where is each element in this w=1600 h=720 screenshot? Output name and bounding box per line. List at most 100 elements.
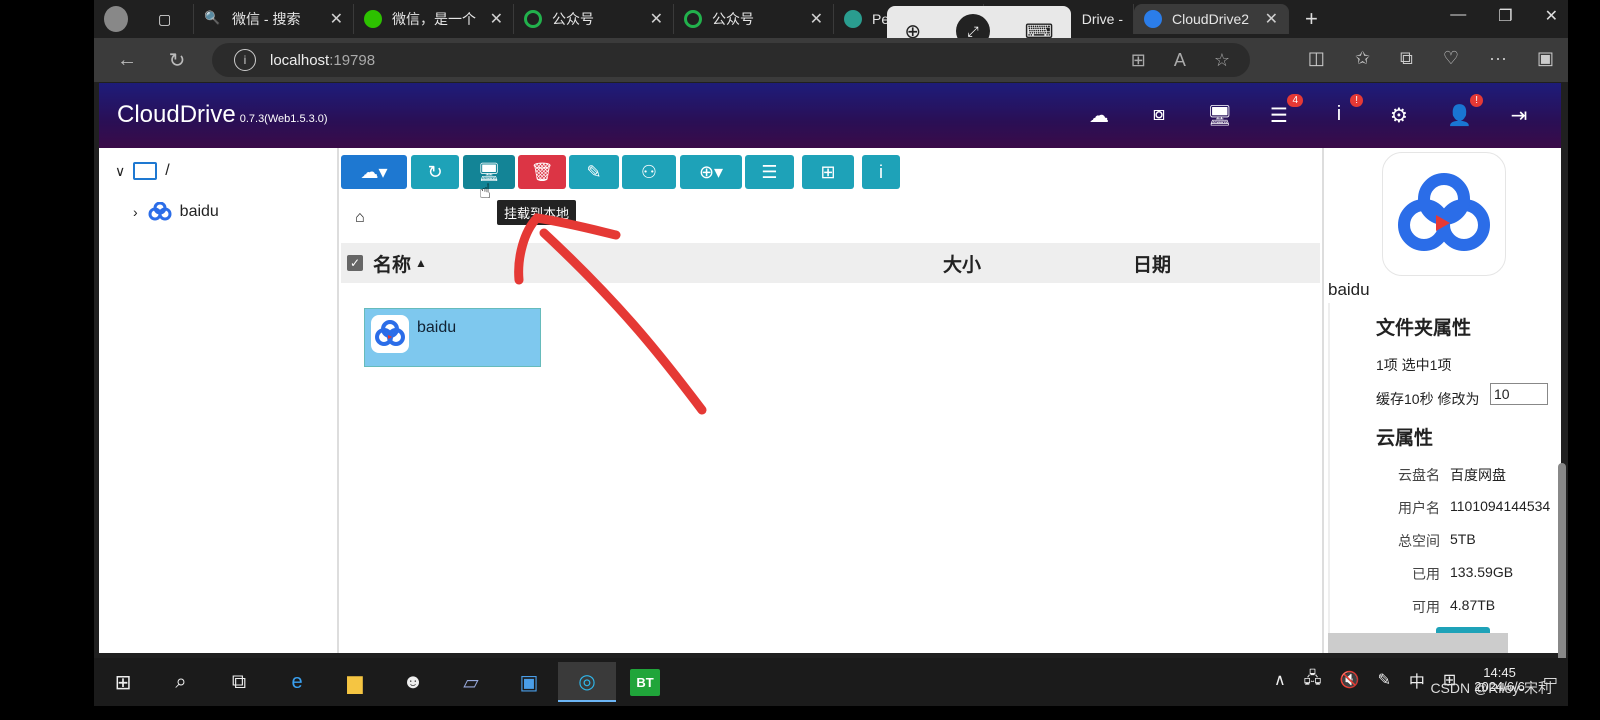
close-icon[interactable]: ✕ (810, 9, 823, 29)
ie-icon[interactable]: e (268, 662, 326, 702)
pen-icon[interactable]: ✎ (1377, 670, 1390, 690)
cloud-add-dropdown-button[interactable]: ☁▾ (341, 155, 407, 189)
column-date[interactable]: 日期 (1133, 250, 1171, 277)
search-plus-icon: ⊕▾ (698, 161, 724, 182)
add-user-icon[interactable]: 👤! (1447, 94, 1483, 128)
cache-seconds-input[interactable] (1490, 383, 1548, 405)
close-icon[interactable]: ✕ (650, 9, 663, 29)
tab-wechat-search[interactable]: 🔍 微信 - 搜索 ✕ (194, 4, 354, 34)
app-brand: CloudDrive 0.7.3(Web1.5.3.0) (117, 101, 328, 129)
window-controls: — ❐ ✕ (1450, 6, 1558, 26)
prop-row: 用户名 1101094144534 (1330, 498, 1550, 518)
task-view-icon[interactable]: ⧉ (210, 662, 268, 702)
task-list-icon[interactable]: ☰ 4 (1267, 94, 1303, 128)
qq-icon[interactable]: ☻ (384, 662, 442, 702)
favorite-star-icon[interactable]: ☆ (1214, 50, 1230, 71)
notepad-icon[interactable]: ▱ (442, 662, 500, 702)
folder-icon (133, 162, 158, 180)
browser-tab-bar: ▢ 🔍 微信 - 搜索 ✕ 微信，是一个 ✕ 公众号 ✕ 公众号 ✕ Pe Dr… (94, 0, 1568, 38)
close-icon[interactable]: ✕ (490, 9, 503, 29)
more-icon[interactable]: ··· (1489, 48, 1507, 69)
split-screen-icon[interactable]: ◫ (1308, 48, 1325, 69)
refresh-icon[interactable]: ↻ (152, 48, 202, 73)
close-window-icon[interactable]: ✕ (1545, 6, 1558, 26)
site-info-icon[interactable]: i (234, 49, 256, 71)
chevron-up-icon[interactable]: ∧ (1274, 670, 1286, 690)
control-panel-icon[interactable]: ▣ (500, 662, 558, 702)
tab-clouddrive2[interactable]: CloudDrive2 ✕ (1134, 4, 1289, 34)
tree-node-baidu[interactable]: › baidu (133, 202, 219, 222)
tab-label: 公众号 (552, 11, 594, 27)
close-icon[interactable]: ✕ (330, 9, 343, 29)
url-input[interactable]: i localhost :19798 ⊞ A ☆ (212, 43, 1250, 77)
task-badge: 4 (1287, 94, 1303, 107)
network-icon[interactable]: 🖧 (1304, 667, 1322, 694)
people-icon: ⚇ (640, 161, 658, 182)
bt-panel-icon[interactable]: BT (616, 662, 674, 702)
read-aloud-icon[interactable]: A (1174, 50, 1186, 71)
tab-label: 微信，是一个 (392, 11, 476, 27)
clouddrive-app: CloudDrive 0.7.3(Web1.5.3.0) ☁ ⧇ 🖥 ☰ 4 i! … (99, 83, 1566, 663)
sitemap-icon: ⊞ (820, 161, 836, 182)
tab-official-account-2[interactable]: 公众号 ✕ (674, 4, 834, 34)
horizontal-scrollbar[interactable] (1328, 633, 1508, 653)
rename-button[interactable]: ✎ (569, 155, 619, 189)
windows-start-icon[interactable]: ⊞ (94, 662, 152, 702)
close-icon[interactable]: ✕ (1265, 9, 1278, 29)
tab-wechat[interactable]: 微信，是一个 ✕ (354, 4, 514, 34)
list-view-button[interactable]: ☰ (745, 155, 794, 189)
tree-node-root[interactable]: ∨ / (115, 162, 170, 180)
chevron-right-icon[interactable]: › (133, 204, 138, 220)
search-dropdown-button[interactable]: ⊕▾ (680, 155, 742, 189)
info-button[interactable]: i (862, 155, 900, 189)
new-tab-icon[interactable]: + (1305, 6, 1318, 32)
network-icon[interactable]: ⧇ (1147, 103, 1171, 128)
tree-child-label: baidu (179, 203, 219, 220)
minimize-icon[interactable]: — (1450, 6, 1466, 26)
monitor-icon[interactable]: 🖥 (1207, 103, 1232, 128)
brand-name: CloudDrive (117, 101, 236, 128)
chevron-down-icon[interactable]: ∨ (115, 163, 125, 180)
settings-icon[interactable]: ⚙ (1387, 103, 1411, 128)
cloud-upload-icon[interactable]: ☁ (1087, 103, 1111, 128)
logout-icon[interactable]: ⇥ (1507, 103, 1531, 128)
tree-view-button[interactable]: ⊞ (802, 155, 854, 189)
file-explorer-icon[interactable]: ▆ (326, 662, 384, 702)
favorites-icon[interactable]: ✩ (1355, 48, 1370, 69)
column-name[interactable]: 名称 (373, 250, 411, 277)
column-size[interactable]: 大小 (943, 250, 981, 277)
tree-root-label: / (165, 162, 170, 179)
prop-key: 总空间 (1398, 533, 1440, 549)
tab-actions-button[interactable]: ▢ (148, 4, 194, 34)
prop-key: 可用 (1412, 599, 1440, 615)
delete-button[interactable]: 🗑 (518, 155, 566, 189)
profile-button[interactable] (94, 4, 148, 34)
select-all-checkbox[interactable]: ✓ (347, 255, 363, 271)
sort-asc-icon: ▲ (415, 256, 427, 270)
file-tile[interactable]: baidu (364, 308, 541, 367)
search-icon[interactable]: ⌕ (152, 662, 210, 702)
prop-row: 总空间 5TB (1330, 531, 1476, 551)
collections-icon[interactable]: ⧉ (1400, 48, 1413, 69)
edge-icon[interactable]: ◎ (558, 662, 616, 702)
refresh-button[interactable]: ↻ (411, 155, 459, 189)
tab-official-account-1[interactable]: 公众号 ✕ (514, 4, 674, 34)
app-available-icon[interactable]: ⊞ (1131, 50, 1146, 71)
back-icon[interactable]: ← (102, 49, 152, 72)
share-button[interactable]: ⚇ (622, 155, 676, 189)
hand-cursor-icon: ☝ (479, 181, 492, 203)
info-icon[interactable]: i! (1327, 94, 1363, 128)
vertical-scrollbar[interactable] (1558, 463, 1566, 663)
performance-icon[interactable]: ♡ (1443, 48, 1459, 69)
home-breadcrumb-icon[interactable]: ⌂ (355, 209, 365, 227)
folder-props-title: 文件夹属性 (1376, 318, 1472, 339)
baidu-logo-icon (1382, 152, 1506, 276)
ime-indicator[interactable]: 中 (1409, 668, 1425, 692)
restore-icon[interactable]: ❐ (1498, 6, 1512, 26)
properties-scroll-area[interactable]: 文件夹属性 1项 选中1项 缓存10秒 修改为 云属性 云盘名百度网盘 用户名 1… (1328, 303, 1566, 663)
app-version: 0.7.3(Web1.5.3.0) (239, 113, 328, 125)
trash-icon: 🗑 (530, 161, 554, 182)
globe-icon (844, 10, 862, 28)
volume-muted-icon[interactable]: 🔇 (1340, 670, 1360, 690)
sidebar-icon[interactable]: ▣ (1537, 48, 1554, 69)
